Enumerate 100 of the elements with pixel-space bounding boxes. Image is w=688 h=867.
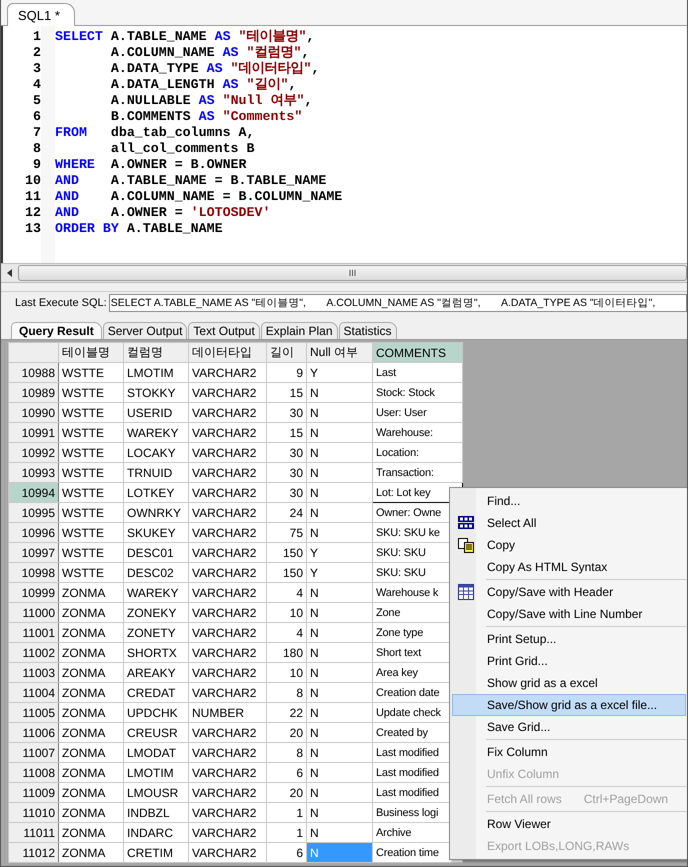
table-cell: STOKKY xyxy=(124,382,188,402)
row-header[interactable]: 10997 xyxy=(8,542,58,562)
table-cell: N xyxy=(306,662,372,682)
last-execute-field[interactable]: SELECT A.TABLE_NAME AS "테이블명", A.COLUMN_NAME AS "컬럼명", A.DATA_TYPE AS "데이터타입", xyxy=(108,294,687,312)
table-cell: 180 xyxy=(266,642,306,662)
table-cell: Y xyxy=(306,542,372,562)
row-header[interactable]: 11007 xyxy=(8,742,58,762)
result-tab[interactable]: Query Result xyxy=(11,322,102,339)
column-header[interactable]: 컬럼명 xyxy=(124,342,188,362)
column-header[interactable]: COMMENTS xyxy=(372,342,462,362)
table-cell: 75 xyxy=(266,522,306,542)
table-cell: Stock: Stock xyxy=(372,382,462,402)
code-line: AND A.TABLE_NAME = B.TABLE_NAME xyxy=(55,173,328,189)
table-cell: N xyxy=(306,782,372,802)
horizontal-scrollbar[interactable]: III xyxy=(1,263,687,283)
row-header[interactable]: 11002 xyxy=(8,642,58,662)
table-cell: ZONMA xyxy=(58,602,124,622)
sql-editor[interactable] xyxy=(1,26,687,263)
row-header[interactable]: 10994 xyxy=(8,482,58,502)
column-header[interactable]: 테이블명 xyxy=(58,342,124,362)
row-header[interactable]: 10999 xyxy=(8,582,58,602)
line-number: 5 xyxy=(32,93,41,109)
row-header[interactable]: 10990 xyxy=(8,402,58,422)
table-cell: VARCHAR2 xyxy=(188,402,266,422)
row-header[interactable]: 11004 xyxy=(8,682,58,702)
table-cell: N xyxy=(306,442,372,462)
table-cell: N xyxy=(306,462,372,482)
table-cell: WSTTE xyxy=(58,502,124,522)
table-cell: 30 xyxy=(266,442,306,462)
code-line: A.DATA_TYPE AS "데이터타입", xyxy=(110,61,321,77)
table-cell: LOTKEY xyxy=(124,482,188,502)
table-cell: WSTTE xyxy=(58,402,124,422)
table-cell: N xyxy=(306,742,372,762)
code-line: AND A.OWNER = 'LOTOSDEV' xyxy=(55,205,272,221)
row-header[interactable]: 10989 xyxy=(8,382,58,402)
menu-item[interactable]: Save/Show grid as a excel file... xyxy=(452,694,686,716)
table-cell: 150 xyxy=(266,562,306,582)
result-tab[interactable]: Text Output xyxy=(188,322,260,339)
row-header[interactable]: 10995 xyxy=(8,502,58,522)
last-execute-label: Last Execute SQL: xyxy=(15,297,107,309)
column-header[interactable]: Null 여부 xyxy=(306,342,372,362)
row-header[interactable]: 11003 xyxy=(8,662,58,682)
row-header[interactable]: 10988 xyxy=(8,362,58,382)
table-cell: WSTTE xyxy=(58,562,124,582)
table-cell: VARCHAR2 xyxy=(188,462,266,482)
column-header[interactable]: 길이 xyxy=(266,342,306,362)
code-line: SELECT A.TABLE_NAME AS "테이블명", xyxy=(55,29,316,45)
row-header[interactable]: 10998 xyxy=(8,562,58,582)
code-line: WHERE A.OWNER = B.OWNER xyxy=(55,157,248,173)
row-header[interactable]: 11006 xyxy=(8,722,58,742)
table-cell: N xyxy=(306,642,372,662)
table-cell: WSTTE xyxy=(58,362,124,382)
row-header[interactable]: 11011 xyxy=(8,822,58,842)
table-cell: NUMBER xyxy=(188,702,266,722)
table-cell: VARCHAR2 xyxy=(188,802,266,822)
row-header[interactable]: 11009 xyxy=(8,782,58,802)
table-cell: N xyxy=(306,762,372,782)
line-number: 4 xyxy=(32,77,41,93)
column-header[interactable]: 데이터타입 xyxy=(188,342,266,362)
table-cell: VARCHAR2 xyxy=(188,502,266,522)
row-header[interactable]: 10996 xyxy=(8,522,58,542)
row-header[interactable]: 10993 xyxy=(8,462,58,482)
result-tab[interactable]: Server Output xyxy=(102,322,188,339)
row-header[interactable]: 11001 xyxy=(8,622,58,642)
table-cell: Transaction: xyxy=(372,462,462,482)
table-cell: ZONMA xyxy=(58,762,124,782)
result-tab[interactable]: Statistics xyxy=(338,322,397,339)
table-cell: ZONETY xyxy=(124,622,188,642)
table-cell: CREDAT xyxy=(124,682,188,702)
table-cell: VARCHAR2 xyxy=(188,622,266,642)
row-header[interactable]: 11010 xyxy=(8,802,58,822)
table-cell: WSTTE xyxy=(58,422,124,442)
row-header[interactable]: 10992 xyxy=(8,442,58,462)
table-cell: SKUKEY xyxy=(124,522,188,542)
table-cell: 4 xyxy=(266,622,306,642)
table-cell: ZONMA xyxy=(58,582,124,602)
table-cell: User: User xyxy=(372,402,462,422)
table-cell: 15 xyxy=(266,422,306,442)
table-cell: LOCAKY xyxy=(124,442,188,462)
row-header[interactable]: 11008 xyxy=(8,762,58,782)
result-tab[interactable]: Explain Plan xyxy=(260,322,338,339)
table-cell: USERID xyxy=(124,402,188,422)
row-header[interactable]: 11005 xyxy=(8,702,58,722)
table-cell: VARCHAR2 xyxy=(188,362,266,382)
select-all-icon xyxy=(458,516,474,530)
table-cell: LMOUSR xyxy=(124,782,188,802)
code-line: all_col_comments B xyxy=(110,141,256,157)
table-cell: N xyxy=(306,622,372,642)
table-cell: VARCHAR2 xyxy=(188,642,266,662)
table-cell: Y xyxy=(306,362,372,382)
row-header[interactable]: 11012 xyxy=(8,842,58,862)
row-header[interactable]: 11000 xyxy=(8,602,58,622)
editor-tab[interactable]: SQL1 * xyxy=(7,3,75,26)
table-cell: ZONMA xyxy=(58,722,124,742)
table-cell: N xyxy=(306,502,372,522)
table-cell: WSTTE xyxy=(58,382,124,402)
scroll-thumb[interactable]: III xyxy=(18,265,687,281)
code-line: A.COLUMN_NAME AS "컬럼명", xyxy=(110,45,310,61)
line-number: 9 xyxy=(32,157,41,173)
row-header[interactable]: 10991 xyxy=(8,422,58,442)
